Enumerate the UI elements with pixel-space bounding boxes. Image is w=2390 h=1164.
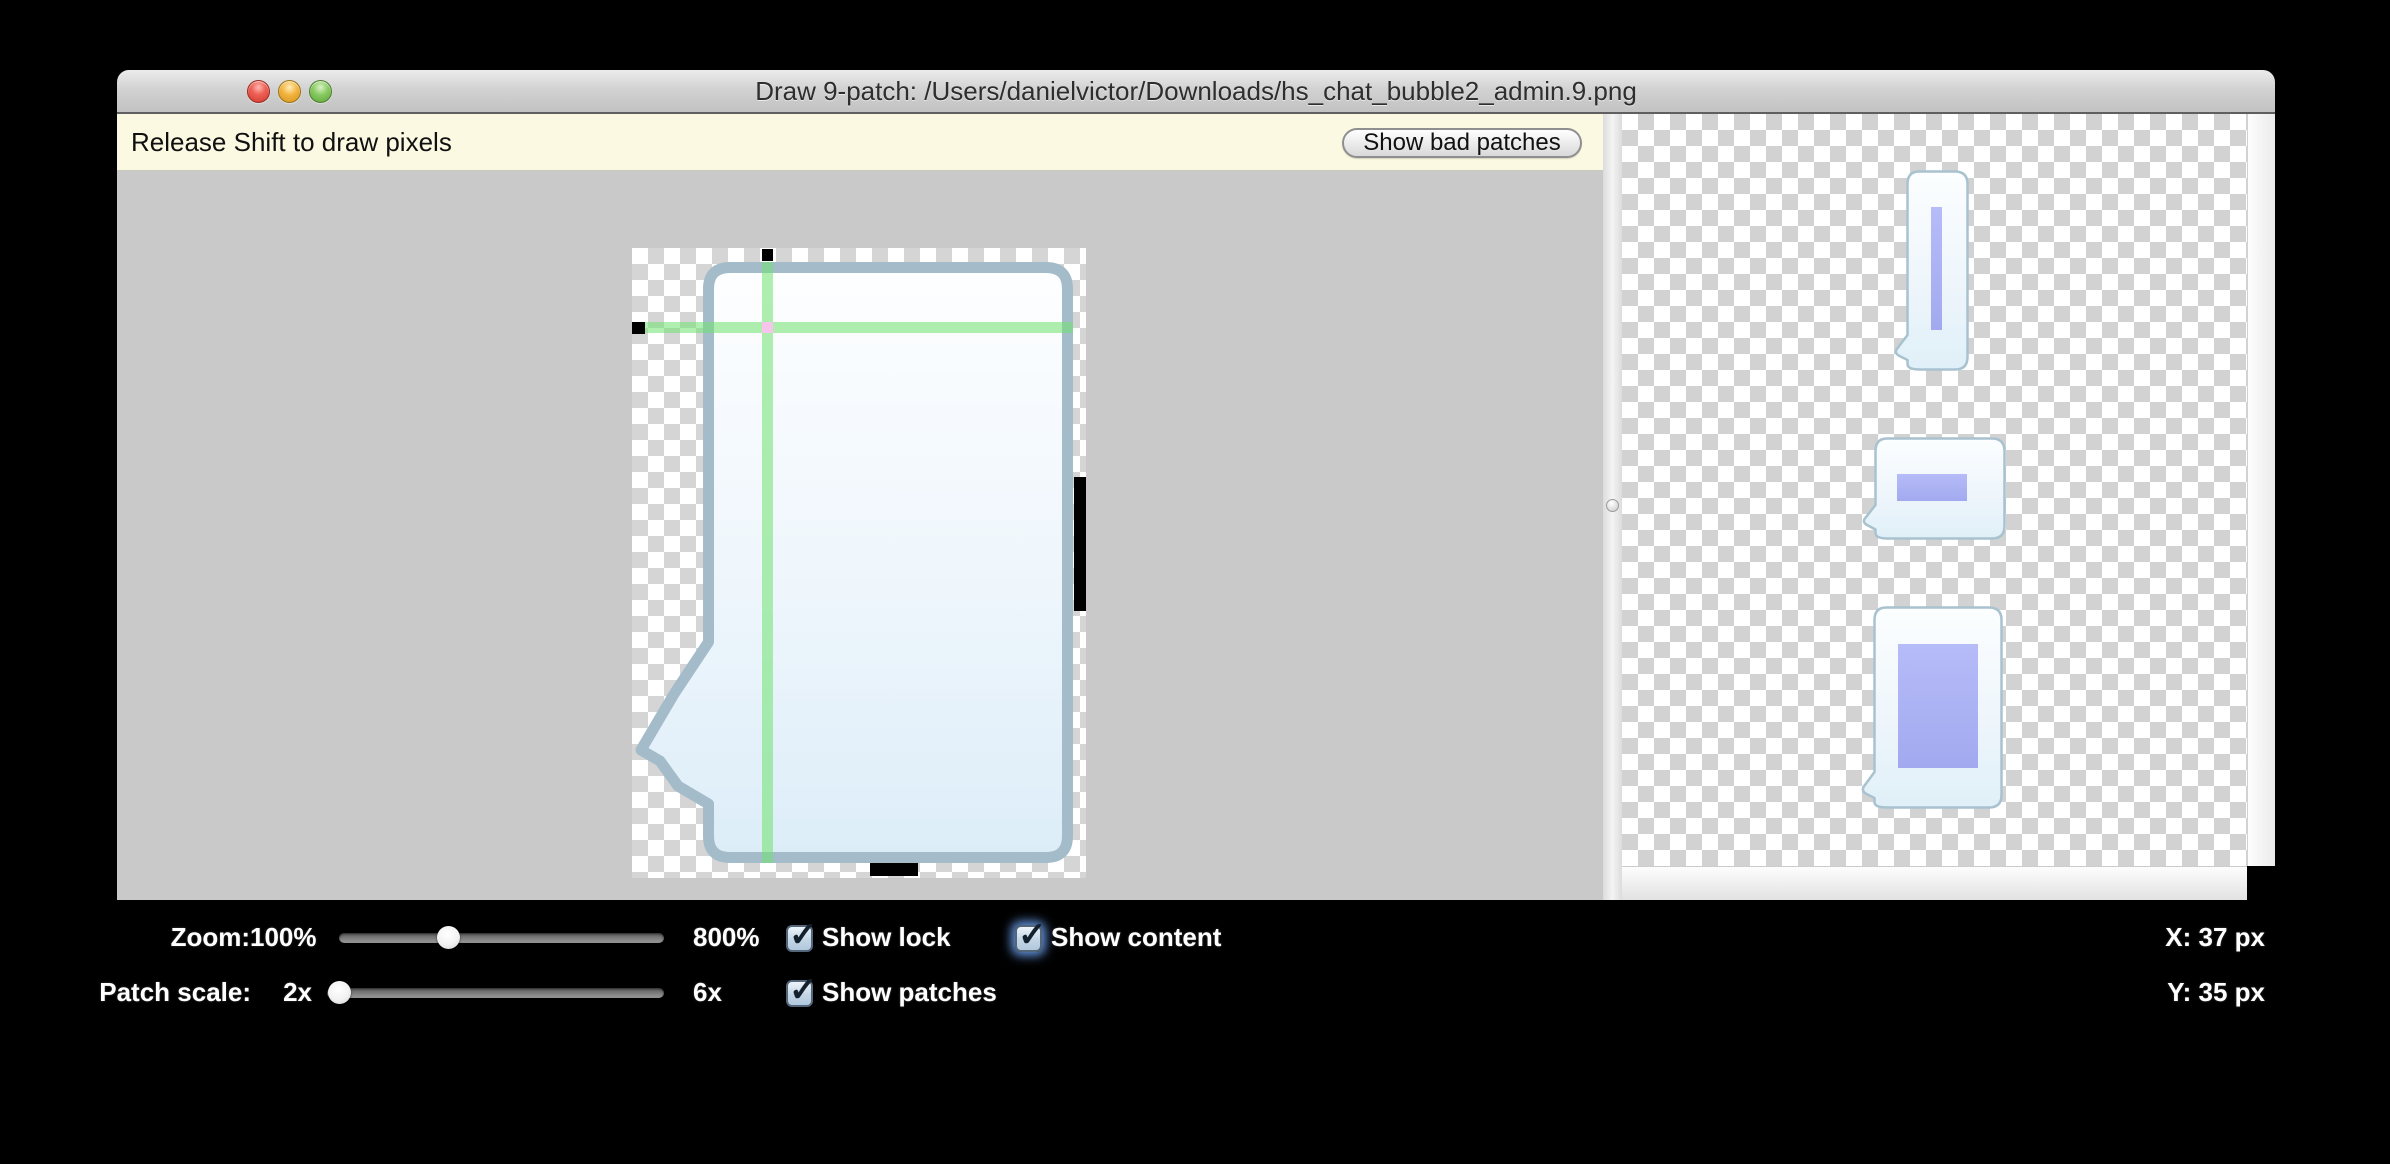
horizontal-stretch-guide (644, 322, 1073, 333)
preview-bubble-wide (1861, 437, 2008, 542)
show-lock-label[interactable]: Show lock (822, 922, 951, 953)
zoom-min-label: 100% (250, 922, 314, 953)
chat-bubble-shape (641, 268, 1068, 858)
status-bar: Release Shift to draw pixels Show bad pa… (117, 114, 1603, 171)
split-divider[interactable] (1603, 114, 1622, 900)
checkmark-icon (789, 915, 818, 955)
patch-scale-label: Patch scale: (60, 977, 251, 1008)
patch-scale-min-label: 2x (250, 977, 312, 1008)
preview-pane (1622, 114, 2247, 866)
show-bad-patches-button[interactable]: Show bad patches (1342, 128, 1582, 158)
right-content-marker (1074, 477, 1086, 611)
preview-vertical-scrollbar[interactable] (2247, 114, 2275, 866)
ninepatch-image (632, 248, 1086, 878)
preview-content-area (1931, 207, 1942, 330)
preview-horizontal-scrollbar[interactable] (1622, 866, 2247, 900)
patch-scale-slider[interactable] (327, 988, 664, 998)
patch-scale-slider-thumb[interactable] (328, 981, 351, 1004)
show-lock-checkbox[interactable] (786, 925, 813, 952)
status-message: Release Shift to draw pixels (131, 114, 452, 170)
preview-bubble-large (1860, 606, 2005, 811)
zoom-label: Zoom: (60, 922, 250, 953)
screen: Draw 9-patch: /Users/danielvictor/Downlo… (0, 0, 2390, 1164)
checkmark-icon (1018, 915, 1047, 955)
show-patches-checkbox[interactable] (786, 980, 813, 1007)
window-titlebar[interactable]: Draw 9-patch: /Users/danielvictor/Downlo… (117, 70, 2275, 114)
show-content-checkbox[interactable] (1015, 925, 1042, 952)
bottom-content-marker (870, 863, 918, 876)
guide-intersection (762, 322, 773, 333)
preview-content-area (1898, 644, 1978, 768)
top-stretch-marker (762, 249, 773, 261)
divider-collapse-icon[interactable] (1606, 499, 1619, 512)
checkmark-icon (789, 970, 818, 1010)
edit-canvas[interactable] (117, 171, 1603, 900)
show-content-label[interactable]: Show content (1051, 922, 1221, 953)
preview-content-area (1897, 474, 1967, 501)
cursor-x-readout: X: 37 px (2050, 922, 2265, 953)
zoom-slider[interactable] (339, 933, 664, 943)
ninepatch-image-editor[interactable] (632, 248, 1086, 878)
left-stretch-marker (632, 322, 645, 334)
window-title: Draw 9-patch: /Users/danielvictor/Downlo… (117, 70, 2275, 112)
preview-bubble-tall (1893, 170, 1971, 374)
zoom-max-label: 800% (693, 922, 760, 953)
show-patches-label[interactable]: Show patches (822, 977, 997, 1008)
vertical-stretch-guide (762, 262, 773, 863)
cursor-y-readout: Y: 35 px (2050, 977, 2265, 1008)
zoom-slider-thumb[interactable] (437, 926, 460, 949)
patch-scale-max-label: 6x (693, 977, 722, 1008)
